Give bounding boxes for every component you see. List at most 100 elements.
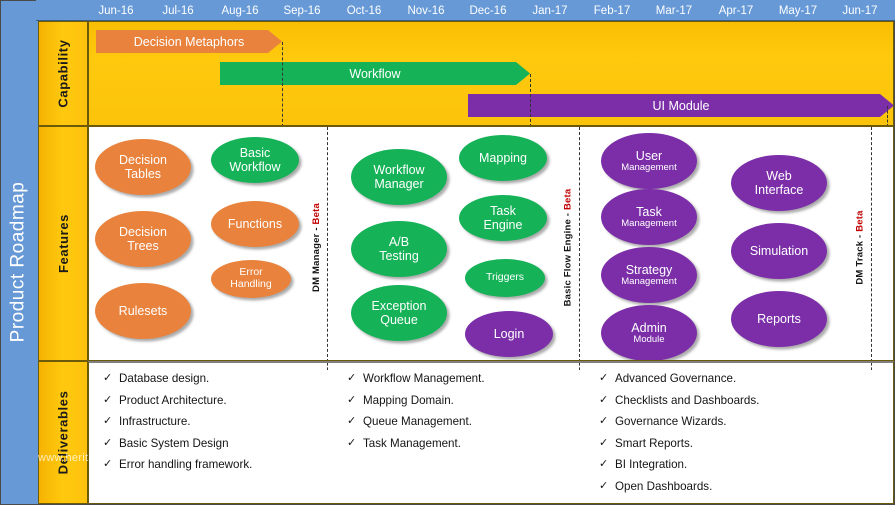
track-label: DM Manager - Beta [307, 167, 325, 327]
feature-ellipse[interactable]: Basic Workflow [211, 137, 299, 183]
track-label: Basic Flow Engine - Beta [559, 167, 577, 327]
capability-bar-label: Workflow [349, 66, 401, 81]
feature-ellipse[interactable]: Simulation [731, 223, 827, 279]
feature-label-line1: Functions [227, 217, 283, 231]
deliverable-label: Workflow Management. [363, 372, 485, 385]
check-icon: ✓ [599, 458, 609, 471]
timeline-month: Sep-16 [283, 5, 321, 17]
deliverable-item: ✓ Error handling framework. [103, 459, 252, 471]
feature-label-line2: Management [621, 275, 677, 287]
feature-ellipse[interactable]: Task Management [601, 189, 697, 245]
feature-label-line1: Basic [239, 146, 271, 160]
feature-ellipse[interactable]: Exception Queue [351, 285, 447, 341]
feature-ellipse[interactable]: Web Interface [731, 155, 827, 211]
feature-ellipse[interactable]: Strategy Management [601, 247, 697, 303]
deliverable-label: Error handling framework. [119, 458, 253, 472]
feature-ellipse[interactable]: Reports [731, 291, 827, 347]
feature-ellipse[interactable]: Login [465, 311, 553, 357]
capability-guide-line [887, 106, 888, 125]
product-roadmap-diagram: Product Roadmap Jun-16 Jul-16 Aug-16 Sep-16… [0, 0, 895, 505]
timeline-month: Nov-16 [407, 5, 445, 17]
feature-ellipse[interactable]: Error Handling [211, 260, 291, 298]
features-band: Decision Tables Basic Workflow Decision Trees… [88, 126, 894, 361]
track-stage-badge: Beta [562, 188, 574, 210]
feature-label-line1: Rulesets [118, 304, 168, 318]
feature-ellipse[interactable]: Triggers [465, 259, 545, 297]
feature-ellipse[interactable]: Workflow Manager [351, 149, 447, 205]
deliverable-label: Smart Reports. [615, 436, 693, 450]
feature-label-line2: Manager [374, 177, 424, 191]
feature-label-line2: Handling [230, 278, 272, 290]
track-name: DM Manager - [310, 223, 322, 292]
check-icon: ✓ [103, 436, 113, 449]
feature-label-line1: Strategy [625, 262, 673, 277]
deliverable-label: Task Management. [363, 436, 461, 450]
timeline-month: Mar-17 [655, 5, 693, 17]
timeline-month: Jan-17 [532, 5, 568, 17]
track-divider [579, 127, 580, 360]
capability-bar[interactable]: UI Module [468, 94, 894, 117]
timeline-month: Oct-16 [346, 5, 382, 17]
deliverable-item: ✓ Mapping Domain. [347, 394, 485, 407]
capability-bar[interactable]: Workflow [220, 62, 530, 85]
feature-label-line2: Queue [380, 313, 418, 327]
deliverables-column: ✓ Workflow Management. ✓ Mapping Domain. ✓ Qu… [347, 373, 485, 459]
feature-label-line2: Tables [124, 167, 162, 181]
row-label-capability-text: Capability [55, 39, 71, 108]
page-title-text: Product Roadmap [7, 181, 28, 342]
timeline-month: Jun-16 [98, 5, 134, 17]
page-title: Product Roadmap [0, 18, 36, 505]
check-icon: ✓ [599, 372, 609, 384]
track-stage-badge: Beta [310, 202, 322, 224]
capability-guide-line [282, 42, 283, 125]
deliverable-label: Database design. [119, 372, 210, 385]
feature-ellipse[interactable]: User Management [601, 133, 697, 189]
feature-label-line2: Management [621, 217, 677, 229]
deliverable-label: Governance Wizards. [615, 415, 727, 429]
feature-ellipse[interactable]: Task Engine [459, 195, 547, 241]
check-icon: ✓ [103, 415, 113, 428]
feature-label-line1: Mapping [479, 151, 527, 165]
row-label-features: Features [38, 126, 88, 361]
deliverable-item: ✓ Infrastructure. [103, 416, 252, 428]
feature-ellipse[interactable]: Mapping [459, 135, 547, 181]
feature-label-line1: Reports [757, 312, 801, 326]
check-icon: ✓ [599, 436, 609, 449]
timeline-header: Jun-16 Jul-16 Aug-16 Sep-16 Oct-16 Nov-16 Dec-… [36, 0, 895, 21]
deliverable-label: BI Integration. [615, 458, 688, 472]
feature-ellipse[interactable]: A/B Testing [351, 221, 447, 277]
check-icon: ✓ [347, 415, 357, 428]
feature-label-line1: A/B [388, 235, 410, 249]
feature-ellipse[interactable]: Decision Trees [95, 211, 191, 267]
check-icon: ✓ [599, 415, 609, 428]
deliverable-item: ✓ Workflow Management. [347, 373, 485, 385]
check-icon: ✓ [103, 372, 113, 384]
feature-label-line1: Decision [119, 153, 167, 167]
feature-label-line2: Testing [379, 249, 419, 263]
feature-label-line1: Web [766, 169, 792, 183]
feature-label-line1: Simulation [749, 244, 809, 258]
feature-label-line1: Workflow [373, 163, 425, 177]
feature-label-line1: Task [490, 204, 516, 218]
feature-ellipse[interactable]: Decision Tables [95, 139, 191, 195]
deliverable-label: Advanced Governance. [615, 372, 737, 385]
deliverable-item: ✓ Checklists and Dashboards. [599, 394, 759, 407]
track-name: DM Track - [854, 231, 866, 285]
feature-ellipse[interactable]: Functions [211, 201, 299, 247]
feature-label-line2: Interface [754, 183, 804, 197]
deliverable-item: ✓ Queue Management. [347, 416, 485, 428]
feature-label-line2: Trees [127, 239, 159, 253]
deliverable-label: Queue Management. [363, 415, 472, 429]
feature-label-line2: Management [621, 161, 677, 173]
deliverable-item: ✓ Smart Reports. [599, 436, 759, 450]
deliverable-item: ✓ Open Dashboards. [599, 480, 759, 493]
capability-bar[interactable]: Decision Metaphors [96, 30, 282, 53]
timeline-month: Apr-17 [718, 5, 754, 17]
track-divider [871, 127, 872, 360]
deliverables-column: ✓ Advanced Governance. ✓ Checklists and Das… [599, 373, 759, 503]
track-divider-tick [871, 363, 872, 370]
feature-label-line1: Decision [119, 225, 167, 239]
feature-label-line2: Workflow [229, 160, 281, 174]
feature-ellipse[interactable]: Admin Module [601, 305, 697, 360]
feature-ellipse[interactable]: Rulesets [95, 283, 191, 339]
